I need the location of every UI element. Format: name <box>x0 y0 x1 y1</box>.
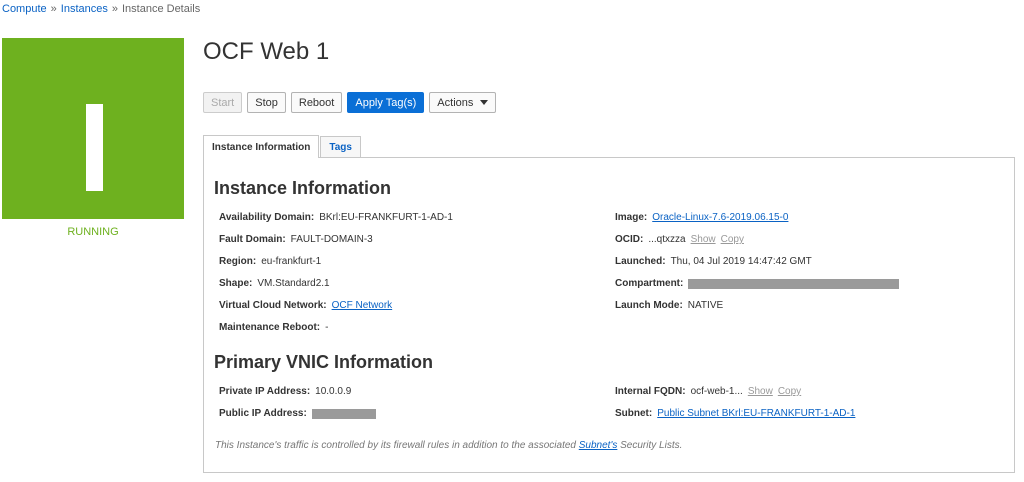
apply-tags-button[interactable]: Apply Tag(s) <box>347 92 425 113</box>
instance-information-heading: Instance Information <box>214 178 392 198</box>
vcn-row: Virtual Cloud Network: OCF Network <box>219 300 392 311</box>
chevron-down-icon <box>480 100 489 105</box>
firewall-note: This Instance's traffic is controlled by… <box>215 440 682 451</box>
field-value: - <box>325 322 329 333</box>
note-text: This Instance's traffic is controlled by… <box>215 440 579 451</box>
action-toolbar: Start Stop Reboot Apply Tag(s) Actions <box>203 92 497 113</box>
tab-tags[interactable]: Tags <box>320 136 361 157</box>
field-value: FAULT-DOMAIN-3 <box>290 234 373 245</box>
breadcrumb: Compute» Instances» Instance Details <box>2 3 200 15</box>
subnet-link[interactable]: Public Subnet BKrl:EU-FRANKFURT-1-AD-1 <box>657 408 855 419</box>
fqdn-copy-link[interactable]: Copy <box>778 386 801 397</box>
ocid-copy-link[interactable]: Copy <box>721 234 744 245</box>
availability-domain-row: Availability Domain: BKrl:EU-FRANKFURT-1-… <box>219 212 453 223</box>
compartment-row: Compartment: <box>615 278 900 289</box>
breadcrumb-separator: » <box>111 3 118 15</box>
field-label: Public IP Address: <box>219 408 307 419</box>
field-label: Compartment: <box>615 278 684 289</box>
actions-dropdown[interactable]: Actions <box>429 92 497 113</box>
tab-bar: Instance Information Tags <box>203 135 362 158</box>
tab-instance-information[interactable]: Instance Information <box>203 135 320 158</box>
field-label: Image: <box>615 212 648 223</box>
details-panel <box>203 157 1015 473</box>
note-text-end: Security Lists. <box>617 440 683 451</box>
field-value: VM.Standard2.1 <box>257 278 330 289</box>
status-label: RUNNING <box>67 226 119 238</box>
field-label: Shape: <box>219 278 253 289</box>
field-label: Private IP Address: <box>219 386 311 397</box>
breadcrumb-instances-link[interactable]: Instances <box>61 3 108 15</box>
stop-button[interactable]: Stop <box>247 92 286 113</box>
public-ip-row: Public IP Address: <box>219 408 376 419</box>
launch-mode-row: Launch Mode: NATIVE <box>615 300 723 311</box>
subnet-security-link[interactable]: Subnet's <box>579 440 618 451</box>
actions-dropdown-label: Actions <box>437 96 474 109</box>
maintenance-reboot-row: Maintenance Reboot: - <box>219 322 328 333</box>
subnet-row: Subnet: Public Subnet BKrl:EU-FRANKFURT-1… <box>615 408 855 419</box>
ocid-value: ...qtxzza <box>648 234 686 245</box>
region-row: Region: eu-frankfurt-1 <box>219 256 321 267</box>
shape-row: Shape: VM.Standard2.1 <box>219 278 330 289</box>
field-label: Launched: <box>615 256 666 267</box>
field-label: Availability Domain: <box>219 212 315 223</box>
breadcrumb-separator: » <box>50 3 57 15</box>
field-label: Fault Domain: <box>219 234 286 245</box>
launched-row: Launched: Thu, 04 Jul 2019 14:47:42 GMT <box>615 256 812 267</box>
field-value: 10.0.0.9 <box>315 386 352 397</box>
field-value: NATIVE <box>687 300 724 311</box>
field-label: Internal FQDN: <box>615 386 686 397</box>
page-title: OCF Web 1 <box>203 38 330 65</box>
field-label: Virtual Cloud Network: <box>219 300 327 311</box>
field-label: Subnet: <box>615 408 653 419</box>
private-ip-row: Private IP Address: 10.0.0.9 <box>219 386 351 397</box>
ocid-show-link[interactable]: Show <box>691 234 716 245</box>
primary-vnic-heading: Primary VNIC Information <box>214 352 434 372</box>
fault-domain-row: Fault Domain: FAULT-DOMAIN-3 <box>219 234 373 245</box>
field-value: Thu, 04 Jul 2019 14:47:42 GMT <box>670 256 812 267</box>
start-button[interactable]: Start <box>203 92 243 113</box>
reboot-button[interactable]: Reboot <box>290 92 343 113</box>
instance-icon-glyph <box>86 104 103 191</box>
redacted-public-ip <box>311 408 376 419</box>
image-link[interactable]: Oracle-Linux-7.6-2019.06.15-0 <box>652 212 788 223</box>
field-label: Maintenance Reboot: <box>219 322 321 333</box>
field-value: eu-frankfurt-1 <box>261 256 322 267</box>
fqdn-show-link[interactable]: Show <box>748 386 773 397</box>
instance-status-icon <box>2 38 184 219</box>
vcn-link[interactable]: OCF Network <box>332 300 393 311</box>
ocid-row: OCID: ...qtxzza Show Copy <box>615 234 744 245</box>
breadcrumb-compute-link[interactable]: Compute <box>2 3 47 15</box>
field-value: BKrl:EU-FRANKFURT-1-AD-1 <box>319 212 453 223</box>
field-label: OCID: <box>615 234 644 245</box>
internal-fqdn-row: Internal FQDN: ocf-web-1... Show Copy <box>615 386 801 397</box>
fqdn-value: ocf-web-1... <box>690 386 743 397</box>
field-label: Launch Mode: <box>615 300 683 311</box>
redacted-compartment <box>688 278 900 289</box>
field-label: Region: <box>219 256 257 267</box>
breadcrumb-current: Instance Details <box>121 3 201 15</box>
image-row: Image: Oracle-Linux-7.6-2019.06.15-0 <box>615 212 788 223</box>
